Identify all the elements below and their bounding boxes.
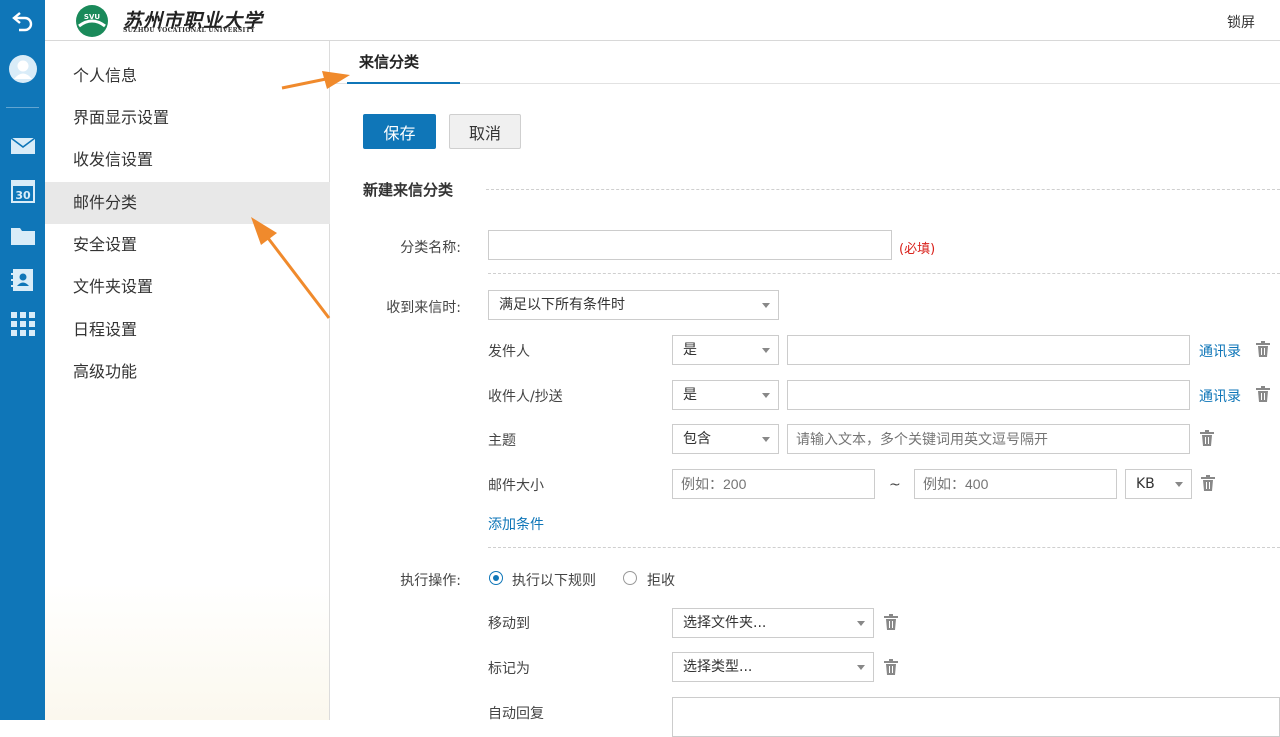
- menu-item-personal-info[interactable]: 个人信息: [45, 55, 330, 97]
- menu-item-schedule-settings[interactable]: 日程设置: [45, 309, 330, 351]
- sender-operator-select[interactable]: 是: [672, 335, 779, 365]
- action-reject-label[interactable]: 拒收: [647, 570, 675, 590]
- size-unit-select[interactable]: KB: [1125, 469, 1192, 499]
- section-title: 新建来信分类: [363, 181, 454, 199]
- action-reject-radio[interactable]: [623, 571, 637, 585]
- main-panel: 来信分类 保存 取消 新建来信分类 分类名称: (必填) 收到来信时: 满足以下…: [331, 41, 1280, 737]
- app-rail: 30: [0, 0, 45, 720]
- sender-address-book-link[interactable]: 通讯录: [1199, 341, 1241, 361]
- folder-icon[interactable]: [8, 221, 38, 251]
- top-bar: SVU 苏州市职业大学 SUZHOU VOCATIONAL UNIVERSITY…: [45, 0, 1280, 41]
- size-max-input[interactable]: [914, 469, 1117, 499]
- chevron-down-icon: [857, 621, 865, 626]
- action-execute-label[interactable]: 执行以下规则: [512, 570, 596, 590]
- menu-item-security-settings[interactable]: 安全设置: [45, 224, 330, 266]
- chevron-down-icon: [762, 437, 770, 442]
- move-to-folder-value: 选择文件夹...: [683, 615, 767, 631]
- rail-divider: [6, 107, 39, 108]
- delete-subject-icon[interactable]: [1200, 430, 1214, 446]
- mark-as-type-value: 选择类型...: [683, 659, 753, 675]
- section-divider: [486, 189, 1280, 190]
- logo-english-name: SUZHOU VOCATIONAL UNIVERSITY: [123, 27, 256, 34]
- action-execute-radio[interactable]: [489, 571, 503, 585]
- move-to-label: 移动到: [488, 616, 530, 632]
- contacts-icon[interactable]: [8, 265, 38, 295]
- menu-item-send-receive-settings[interactable]: 收发信设置: [45, 139, 330, 181]
- logo-badge-text: SVU: [84, 13, 100, 21]
- menu-item-advanced[interactable]: 高级功能: [45, 351, 330, 393]
- required-note: (必填): [899, 242, 936, 257]
- auto-reply-label: 自动回复: [488, 706, 544, 722]
- chevron-down-icon: [1175, 482, 1183, 487]
- apps-grid-icon[interactable]: [8, 309, 38, 339]
- size-label: 邮件大小: [488, 478, 544, 494]
- university-logo-icon: SVU: [72, 4, 112, 38]
- add-condition-link[interactable]: 添加条件: [488, 514, 544, 534]
- settings-menu: 个人信息 界面显示设置 收发信设置 邮件分类 安全设置 文件夹设置 日程设置 高…: [45, 41, 330, 720]
- chevron-down-icon: [762, 303, 770, 308]
- sender-operator-value: 是: [683, 342, 697, 358]
- tab-incoming-classification[interactable]: 来信分类: [347, 41, 460, 84]
- move-to-folder-select[interactable]: 选择文件夹...: [672, 608, 874, 638]
- subject-input[interactable]: [787, 424, 1190, 454]
- subject-operator-value: 包含: [683, 431, 711, 447]
- size-range-separator: ~: [889, 477, 901, 493]
- chevron-down-icon: [857, 665, 865, 670]
- user-avatar-icon[interactable]: [8, 54, 38, 84]
- menu-item-folder-settings[interactable]: 文件夹设置: [45, 266, 330, 308]
- chevron-down-icon: [762, 348, 770, 353]
- delete-sender-icon[interactable]: [1256, 341, 1270, 357]
- recipient-label: 收件人/抄送: [488, 389, 563, 405]
- menu-item-mail-classification[interactable]: 邮件分类: [45, 182, 330, 224]
- sender-input[interactable]: [787, 335, 1190, 365]
- delete-size-icon[interactable]: [1201, 475, 1215, 491]
- delete-mark-as-icon[interactable]: [884, 659, 898, 675]
- auto-reply-input[interactable]: [672, 697, 1280, 737]
- mark-as-type-select[interactable]: 选择类型...: [672, 652, 874, 682]
- university-logo: 苏州市职业大学 SUZHOU VOCATIONAL UNIVERSITY: [123, 6, 263, 36]
- recipient-operator-value: 是: [683, 387, 697, 403]
- sender-label: 发件人: [488, 344, 530, 360]
- subject-operator-select[interactable]: 包含: [672, 424, 779, 454]
- cancel-button[interactable]: 取消: [449, 114, 521, 149]
- recipient-address-book-link[interactable]: 通讯录: [1199, 386, 1241, 406]
- mark-as-label: 标记为: [488, 661, 530, 677]
- action-label: 执行操作:: [400, 573, 461, 589]
- tab-bar: 来信分类: [331, 41, 1280, 84]
- back-icon[interactable]: [8, 6, 38, 36]
- size-unit-value: KB: [1136, 476, 1155, 492]
- calendar-icon[interactable]: 30: [8, 176, 38, 206]
- calendar-day-text: 30: [15, 189, 31, 202]
- condition-select[interactable]: 满足以下所有条件时: [488, 290, 779, 320]
- subject-label: 主题: [488, 433, 516, 449]
- name-label: 分类名称:: [400, 240, 461, 256]
- condition-label: 收到来信时:: [386, 300, 461, 316]
- category-name-input[interactable]: [488, 230, 892, 260]
- mail-icon[interactable]: [8, 131, 38, 161]
- conditions-divider-top: [488, 273, 1280, 274]
- delete-move-to-icon[interactable]: [884, 614, 898, 630]
- save-button[interactable]: 保存: [363, 114, 436, 149]
- lock-screen-button[interactable]: 锁屏: [1227, 12, 1255, 32]
- delete-recipient-icon[interactable]: [1256, 386, 1270, 402]
- menu-item-display-settings[interactable]: 界面显示设置: [45, 97, 330, 139]
- recipient-input[interactable]: [787, 380, 1190, 410]
- recipient-operator-select[interactable]: 是: [672, 380, 779, 410]
- size-min-input[interactable]: [672, 469, 875, 499]
- condition-select-value: 满足以下所有条件时: [499, 297, 625, 313]
- conditions-divider-bottom: [488, 547, 1280, 548]
- chevron-down-icon: [762, 393, 770, 398]
